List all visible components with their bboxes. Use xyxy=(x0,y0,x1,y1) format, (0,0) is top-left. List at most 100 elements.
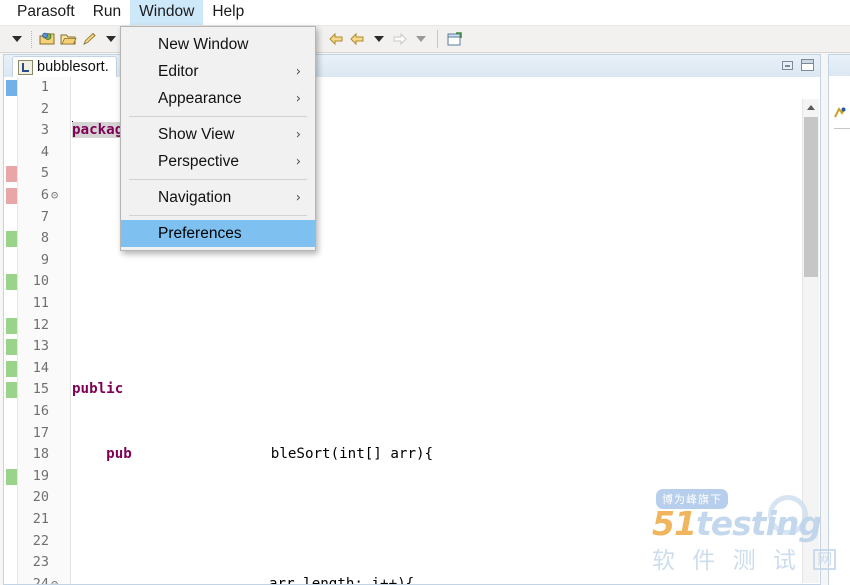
new-java-project-icon[interactable] xyxy=(37,29,58,50)
line-number: 3 xyxy=(40,122,49,139)
change-marker xyxy=(6,188,17,204)
code-token-pub: pub xyxy=(106,446,132,463)
chevron-right-icon: › xyxy=(295,190,301,205)
forward-history-arrow-icon[interactable] xyxy=(347,29,368,50)
chevron-right-icon: › xyxy=(295,64,301,79)
line-number: 18 xyxy=(32,446,49,463)
change-marker xyxy=(6,317,17,334)
line-number: 23 xyxy=(32,554,49,571)
menu-item-label: Navigation xyxy=(158,188,232,206)
toolbar-dropdown-arrow-2[interactable] xyxy=(100,29,121,50)
line-number-gutter: 1 2 3 4 5 6 ⊝ 7 8 9 10 11 12 13 14 15 16 17 18 19 20 21 22 23 24… xyxy=(18,77,71,584)
package-declaration-icon[interactable] xyxy=(833,106,847,120)
menu-item-label: Preferences xyxy=(158,224,242,242)
chevron-right-icon: › xyxy=(295,91,301,106)
menu-item-appearance[interactable]: Appearance › xyxy=(121,85,315,112)
menu-separator-1 xyxy=(129,116,307,117)
menu-item-new-window[interactable]: New Window xyxy=(121,31,315,58)
line-number: 16 xyxy=(32,403,49,419)
change-marker xyxy=(6,80,17,96)
menu-item-label: Appearance xyxy=(158,89,242,107)
outline-view-tab[interactable] xyxy=(828,54,850,76)
code-token-public: public xyxy=(72,381,124,398)
forward-arrow-icon xyxy=(389,29,410,50)
change-marker xyxy=(6,274,17,291)
fold-toggle-icon[interactable]: ⊝ xyxy=(51,187,61,203)
line-number: 8 xyxy=(40,230,49,247)
line-number: 11 xyxy=(32,295,49,311)
back-arrow-icon[interactable] xyxy=(326,29,347,50)
menubar-item-run[interactable]: Run xyxy=(84,0,130,25)
new-window-icon[interactable] xyxy=(444,29,465,50)
code-line-6: pub bleSort(int[] arr){ xyxy=(72,444,567,466)
line-number: 24 xyxy=(32,575,49,584)
java-file-icon xyxy=(18,59,33,75)
outline-view-stub[interactable] xyxy=(826,54,850,585)
menu-item-label: Perspective xyxy=(158,152,239,170)
menu-item-label: Show View xyxy=(158,125,235,143)
forward-dropdown-arrow xyxy=(410,29,431,50)
line-number: 12 xyxy=(32,316,49,333)
menu-separator-2 xyxy=(129,179,307,180)
editor-window-controls xyxy=(782,59,814,71)
scrollbar-thumb[interactable] xyxy=(804,117,818,277)
outline-view-body xyxy=(828,76,850,585)
eclipse-ide-window: Parasoft Run Window Help bubblesort. 1 2… xyxy=(0,0,850,585)
menu-item-preferences[interactable]: Preferences xyxy=(121,220,315,247)
window-dropdown-menu[interactable]: New Window Editor › Appearance › Show Vi… xyxy=(120,26,316,251)
line-number: 7 xyxy=(40,208,49,225)
menu-separator-3 xyxy=(129,215,307,216)
change-marker xyxy=(6,382,17,399)
maximize-button[interactable] xyxy=(801,59,814,71)
quick-fix-pencil-icon[interactable] xyxy=(79,29,100,50)
outline-divider xyxy=(834,128,850,129)
menu-item-show-view[interactable]: Show View › xyxy=(121,121,315,148)
line-number: 19 xyxy=(32,467,49,484)
code-line-8: arr.length; i++){ xyxy=(72,574,567,584)
menubar-item-parasoft[interactable]: Parasoft xyxy=(8,0,84,25)
line-number: 6 xyxy=(40,187,49,203)
line-number: 10 xyxy=(32,273,49,290)
code-line-8-tail: arr.length; i++){ xyxy=(269,575,415,584)
line-number: 17 xyxy=(32,424,49,441)
line-number: 20 xyxy=(32,489,49,506)
menubar-item-window[interactable]: Window xyxy=(130,0,204,25)
code-line-6-tail: bleSort(int[] arr){ xyxy=(270,446,434,463)
menu-item-navigation[interactable]: Navigation › xyxy=(121,184,315,211)
menu-item-label: Editor xyxy=(158,62,199,80)
line-number: 21 xyxy=(32,511,49,527)
toolbar-separator xyxy=(31,30,33,48)
toolbar-dropdown-arrow[interactable] xyxy=(6,29,27,50)
change-marker xyxy=(6,339,17,356)
change-marker-column xyxy=(4,77,18,584)
fold-toggle-icon[interactable]: ⊝ xyxy=(51,576,61,584)
chevron-right-icon: › xyxy=(295,127,301,142)
menu-item-label: New Window xyxy=(158,35,249,53)
minimize-button[interactable] xyxy=(782,60,793,70)
editor-vertical-scrollbar[interactable] xyxy=(802,99,819,583)
change-marker xyxy=(6,468,17,485)
scroll-up-arrow-icon[interactable] xyxy=(803,99,819,116)
menu-item-perspective[interactable]: Perspective › xyxy=(121,148,315,175)
line-number: 1 xyxy=(40,79,49,95)
toolbar-separator-3 xyxy=(437,30,438,48)
line-number: 15 xyxy=(32,381,49,398)
line-number: 4 xyxy=(40,143,49,160)
menu-item-editor[interactable]: Editor › xyxy=(121,58,315,85)
line-number: 5 xyxy=(40,165,49,182)
change-marker xyxy=(6,360,17,377)
line-number: 2 xyxy=(40,100,49,117)
change-marker xyxy=(6,231,17,248)
line-number: 22 xyxy=(32,532,49,549)
history-dropdown-arrow[interactable] xyxy=(368,29,389,50)
change-marker xyxy=(6,166,17,183)
line-number: 14 xyxy=(32,359,49,376)
editor-tab-bubblesort[interactable]: bubblesort. xyxy=(12,56,117,77)
menubar-item-help[interactable]: Help xyxy=(203,0,253,25)
menu-bar: Parasoft Run Window Help xyxy=(0,0,850,26)
open-folder-icon[interactable] xyxy=(58,29,79,50)
line-number: 9 xyxy=(40,251,49,268)
